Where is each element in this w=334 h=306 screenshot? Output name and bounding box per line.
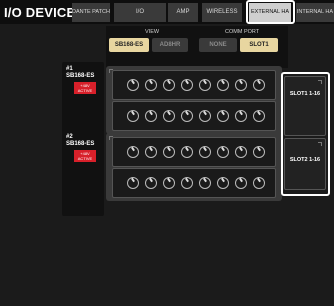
gain-knob[interactable] (199, 177, 211, 189)
comm-port-none-button[interactable]: NONE (199, 38, 237, 52)
tab-internal-ha[interactable]: INTERNAL HA (296, 3, 334, 22)
gain-knob[interactable] (217, 79, 229, 91)
comm-port-slot1-button[interactable]: SLOT1 (240, 38, 278, 52)
device-model: SB168-ES (66, 141, 95, 147)
header-bar: I/O DEVICE DANTE PATCH I/O AMP WIRELESS … (0, 0, 334, 24)
gain-knob[interactable] (235, 146, 247, 158)
slot2-button[interactable]: SLOT2 1-16 (284, 138, 326, 190)
gain-knob[interactable] (235, 79, 247, 91)
gain-knob[interactable] (145, 146, 157, 158)
device-id: #1 (66, 66, 73, 72)
gain-knob[interactable] (145, 79, 157, 91)
gain-knob[interactable] (235, 177, 247, 189)
knob-row-1 (112, 70, 276, 100)
gain-knob[interactable] (217, 110, 229, 122)
gain-knob[interactable] (217, 146, 229, 158)
gain-knob[interactable] (181, 146, 193, 158)
comm-port-label: COMM PORT (225, 29, 260, 35)
gain-knob[interactable] (127, 177, 139, 189)
gain-knob[interactable] (253, 79, 265, 91)
gain-knob[interactable] (127, 79, 139, 91)
gain-knob[interactable] (199, 146, 211, 158)
view-ad8hr-button[interactable]: AD8HR (152, 38, 188, 52)
gain-knob[interactable] (127, 110, 139, 122)
gain-knob[interactable] (163, 79, 175, 91)
device-info-2[interactable]: #2 SB168-ES +48V ACTIVE (62, 130, 104, 216)
phantom-power-badge: +48V ACTIVE (74, 82, 96, 94)
device-model: SB168-ES (66, 73, 95, 79)
gain-knob[interactable] (235, 110, 247, 122)
slot1-button[interactable]: SLOT1 1-16 (284, 76, 326, 136)
gain-knob[interactable] (253, 177, 265, 189)
device-id: #2 (66, 134, 73, 140)
app-title: I/O DEVICE (4, 5, 76, 20)
tab-amp[interactable]: AMP (168, 3, 198, 22)
knob-row-2 (112, 168, 276, 198)
gain-knob[interactable] (253, 110, 265, 122)
gain-knob[interactable] (253, 146, 265, 158)
tab-io[interactable]: I/O (114, 3, 166, 22)
slot-label: SLOT1 1-16 (289, 91, 321, 97)
gain-knob[interactable] (181, 79, 193, 91)
gain-knob[interactable] (145, 110, 157, 122)
tab-external-ha[interactable]: EXTERNAL HA (249, 3, 291, 22)
gain-knob[interactable] (127, 146, 139, 158)
slot-label: SLOT2 1-16 (289, 157, 321, 163)
gain-knob[interactable] (163, 177, 175, 189)
tab-wireless[interactable]: WIRELESS (202, 3, 242, 22)
view-sb168es-button[interactable]: SB168-ES (109, 38, 149, 52)
phantom-power-badge: +48V ACTIVE (74, 150, 96, 162)
device-unit-1 (106, 66, 282, 134)
gain-knob[interactable] (181, 110, 193, 122)
gain-knob[interactable] (199, 79, 211, 91)
gain-knob[interactable] (199, 110, 211, 122)
gain-knob[interactable] (181, 177, 193, 189)
device-unit-2 (106, 133, 282, 201)
gain-knob[interactable] (163, 110, 175, 122)
gain-knob[interactable] (217, 177, 229, 189)
corner-mark (318, 142, 322, 146)
gain-knob[interactable] (145, 177, 157, 189)
knob-row-2 (112, 101, 276, 131)
tab-dante-patch[interactable]: DANTE PATCH (72, 3, 110, 22)
knob-row-1 (112, 137, 276, 167)
view-label: VIEW (145, 29, 160, 35)
gain-knob[interactable] (163, 146, 175, 158)
corner-mark (318, 80, 322, 84)
